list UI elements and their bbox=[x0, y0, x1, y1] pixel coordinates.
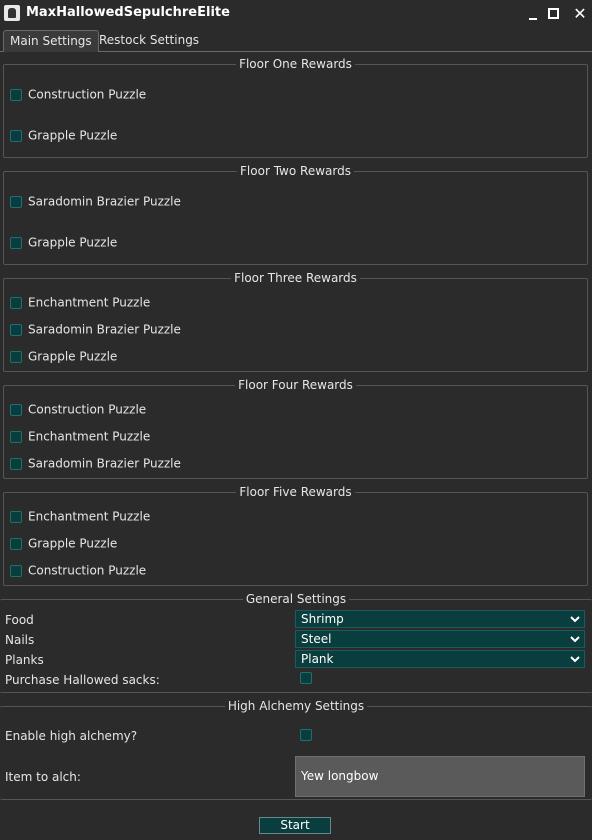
enable-alchemy-label: Enable high alchemy? bbox=[5, 729, 138, 743]
checkbox-row[interactable]: Construction Puzzle bbox=[10, 87, 146, 103]
checkbox[interactable] bbox=[10, 323, 22, 336]
floor-two-group: Floor Two Rewards Saradomin Brazier Puzz… bbox=[3, 164, 588, 265]
checkbox-label: Grapple Puzzle bbox=[28, 349, 118, 364]
checkbox-row[interactable]: Construction Puzzle bbox=[10, 402, 146, 418]
nails-label: Nails bbox=[5, 633, 35, 647]
checkbox-label: Grapple Puzzle bbox=[28, 235, 118, 250]
checkbox-row[interactable]: Enchantment Puzzle bbox=[10, 429, 150, 445]
tab-restock-settings[interactable]: Restock Settings bbox=[93, 30, 205, 52]
enable-alchemy-checkbox[interactable] bbox=[300, 729, 312, 741]
group-title: Floor Five Rewards bbox=[236, 485, 355, 499]
food-value: Shrimp bbox=[301, 612, 344, 626]
checkbox-row[interactable]: Saradomin Brazier Puzzle bbox=[10, 194, 181, 210]
checkbox[interactable] bbox=[10, 195, 22, 208]
checkbox[interactable] bbox=[10, 457, 22, 470]
group-title: Floor Three Rewards bbox=[231, 271, 360, 285]
checkbox-label: Construction Puzzle bbox=[28, 87, 147, 102]
floor-four-group: Floor Four Rewards Construction Puzzle E… bbox=[3, 378, 588, 479]
checkbox-label: Saradomin Brazier Puzzle bbox=[28, 322, 181, 337]
checkbox-label: Grapple Puzzle bbox=[28, 536, 118, 551]
checkbox-label: Construction Puzzle bbox=[28, 563, 147, 578]
app-icon bbox=[4, 5, 20, 21]
planks-label: Planks bbox=[5, 653, 44, 667]
close-icon[interactable]: ✕ bbox=[570, 4, 590, 24]
checkbox-label: Saradomin Brazier Puzzle bbox=[28, 194, 181, 209]
maximize-icon[interactable] bbox=[544, 4, 564, 24]
checkbox[interactable] bbox=[10, 296, 22, 309]
group-title: Floor One Rewards bbox=[236, 57, 355, 71]
item-to-alch-label: Item to alch: bbox=[5, 770, 81, 784]
checkbox-row[interactable]: Enchantment Puzzle bbox=[10, 509, 150, 525]
checkbox[interactable] bbox=[10, 510, 22, 523]
group-title: Floor Four Rewards bbox=[235, 378, 356, 392]
purchase-sacks-label: Purchase Hallowed sacks: bbox=[5, 673, 160, 687]
checkbox-label: Enchantment Puzzle bbox=[28, 295, 151, 310]
checkbox-label: Construction Puzzle bbox=[28, 402, 147, 417]
start-button[interactable]: Start bbox=[259, 817, 331, 834]
group-title: Floor Two Rewards bbox=[237, 164, 354, 178]
checkbox-label: Grapple Puzzle bbox=[28, 128, 118, 143]
checkbox-row[interactable]: Grapple Puzzle bbox=[10, 128, 117, 144]
food-select[interactable]: Shrimp bbox=[295, 610, 585, 628]
checkbox-label: Saradomin Brazier Puzzle bbox=[28, 456, 181, 471]
checkbox-label: Enchantment Puzzle bbox=[28, 429, 151, 444]
checkbox[interactable] bbox=[10, 129, 22, 142]
floor-one-group: Floor One Rewards Construction Puzzle Gr… bbox=[3, 57, 588, 158]
food-label: Food bbox=[5, 613, 34, 627]
checkbox[interactable] bbox=[10, 88, 22, 101]
group-title: General Settings bbox=[242, 592, 350, 606]
checkbox-row[interactable]: Saradomin Brazier Puzzle bbox=[10, 456, 181, 472]
checkbox-label: Enchantment Puzzle bbox=[28, 509, 151, 524]
planks-select[interactable]: Plank bbox=[295, 650, 585, 668]
checkbox-row[interactable]: Enchantment Puzzle bbox=[10, 295, 150, 311]
window-title: MaxHallowedSepulchreElite bbox=[26, 5, 230, 20]
checkbox[interactable] bbox=[10, 564, 22, 577]
checkbox[interactable] bbox=[10, 236, 22, 249]
item-to-alch-input[interactable]: Yew longbow bbox=[295, 756, 585, 797]
checkbox[interactable] bbox=[10, 430, 22, 443]
tab-main-settings[interactable]: Main Settings bbox=[3, 30, 99, 52]
tab-bar: Main Settings Restock Settings bbox=[0, 28, 592, 52]
nails-value: Steel bbox=[301, 632, 332, 646]
purchase-sacks-checkbox[interactable] bbox=[300, 672, 312, 684]
chevron-down-icon bbox=[570, 631, 580, 643]
chevron-down-icon bbox=[570, 651, 580, 663]
checkbox-row[interactable]: Saradomin Brazier Puzzle bbox=[10, 322, 181, 338]
checkbox[interactable] bbox=[10, 537, 22, 550]
checkbox[interactable] bbox=[10, 403, 22, 416]
nails-select[interactable]: Steel bbox=[295, 630, 585, 648]
checkbox[interactable] bbox=[10, 350, 22, 363]
chevron-down-icon bbox=[570, 611, 580, 623]
minimize-icon[interactable] bbox=[524, 4, 544, 24]
checkbox-row[interactable]: Grapple Puzzle bbox=[10, 349, 117, 365]
checkbox-row[interactable]: Grapple Puzzle bbox=[10, 235, 117, 251]
checkbox-row[interactable]: Construction Puzzle bbox=[10, 563, 146, 579]
group-title: High Alchemy Settings bbox=[224, 699, 368, 713]
planks-value: Plank bbox=[301, 652, 334, 666]
floor-five-group: Floor Five Rewards Enchantment Puzzle Gr… bbox=[3, 485, 588, 586]
title-bar: MaxHallowedSepulchreElite ✕ bbox=[0, 0, 592, 28]
checkbox-row[interactable]: Grapple Puzzle bbox=[10, 536, 117, 552]
floor-three-group: Floor Three Rewards Enchantment Puzzle S… bbox=[3, 271, 588, 372]
